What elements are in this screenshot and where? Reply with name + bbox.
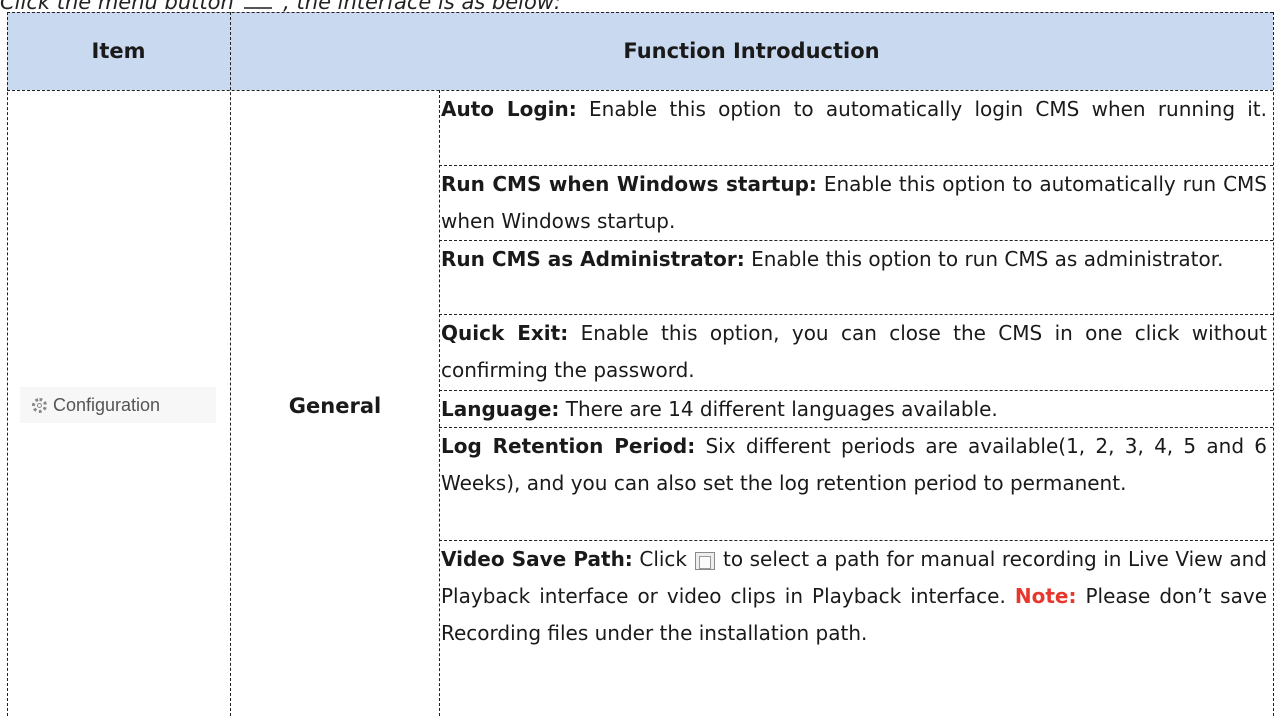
row-quick-exit: Quick Exit: Enable this option, you can … (441, 315, 1267, 389)
category-general: General (288, 394, 382, 418)
row-log-retention-period: Log Retention Period: Six different peri… (441, 428, 1267, 502)
configuration-label: Configuration (53, 394, 161, 415)
configuration-menu-button[interactable]: Configuration (20, 387, 216, 423)
row-video-save-path: Video Save Path: Click to select a path f… (441, 541, 1267, 652)
log-retention-label: Log Retention Period: (441, 434, 696, 458)
note-label: Note: (1014, 584, 1077, 608)
run-as-admin-text: Enable this option to run CMS as adminis… (744, 247, 1224, 271)
quick-exit-label: Quick Exit: (441, 321, 569, 345)
row-language: Language: There are 14 different languag… (441, 391, 1267, 428)
menu-icon (244, 0, 273, 9)
row-run-cms-startup: Run CMS when Windows startup: Enable thi… (441, 166, 1267, 240)
column-divider-category (439, 90, 440, 716)
auto-login-label: Auto Login: (441, 97, 577, 121)
run-as-admin-label: Run CMS as Administrator: (441, 247, 745, 271)
run-cms-startup-label: Run CMS when Windows startup: (441, 172, 817, 196)
video-save-path-text-before: Click (632, 547, 688, 571)
video-save-path-label: Video Save Path: (441, 547, 633, 571)
column-divider-item (230, 12, 231, 716)
table-border-left (7, 12, 8, 716)
header-function-introduction: Function Introduction (623, 39, 880, 63)
row-auto-login: Auto Login: Enable this option to automa… (441, 91, 1267, 128)
gear-icon (32, 397, 47, 413)
header-item: Item (91, 39, 146, 63)
row-run-as-admin: Run CMS as Administrator: Enable this op… (441, 241, 1267, 278)
language-text: There are 14 different languages availab… (559, 397, 998, 421)
folder-icon[interactable] (695, 551, 716, 570)
language-label: Language: (441, 397, 560, 421)
auto-login-text: Enable this option to automatically logi… (576, 97, 1268, 121)
